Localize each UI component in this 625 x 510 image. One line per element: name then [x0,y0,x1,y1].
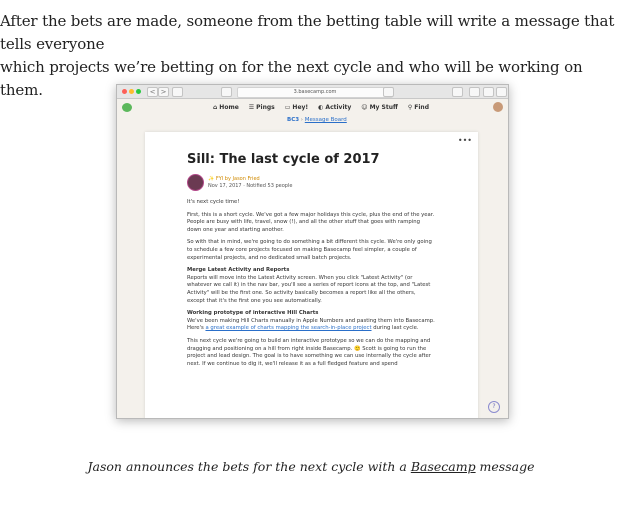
message-paragraph: This next cycle we're going to build an … [187,337,431,367]
message-card: ••• Sill: The last cycle of 2017 ✨ FYI b… [145,132,478,418]
breadcrumb-section[interactable]: Message Board [305,117,347,123]
paragraph-text: during last cycle. [371,325,419,332]
caption-basecamp-link[interactable]: Basecamp [411,459,476,474]
basecamp-screenshot: < > 3.basecamp.com ⌂ Home ☰ Pings ▭ Hey! ◐ A… [116,84,509,419]
forward-icon[interactable]: > [158,87,169,97]
nav-hey[interactable]: ▭ Hey! [285,104,308,111]
back-icon[interactable]: < [147,87,158,97]
sidebar-toggle-icon[interactable] [172,87,183,97]
user-avatar[interactable] [493,102,503,112]
figure-caption: Jason announces the bets for the next cy… [0,459,622,474]
pings-icon: ☰ [248,104,255,111]
breadcrumb-project[interactable]: BC3 [287,117,299,123]
message-meta: ✨ FYI by Jason Fried Nov 17, 2017 · Noti… [187,174,435,191]
basecamp-navbar: ⌂ Home ☰ Pings ▭ Hey! ◐ Activity ☺ My Stuff ⚲… [117,99,508,117]
privacy-icon[interactable] [221,87,232,97]
more-options-icon[interactable]: ••• [458,136,472,145]
address-bar[interactable]: 3.basecamp.com [237,87,393,98]
nav-find-label: Find [414,104,429,111]
intro-line-1: After the bets are made, someone from th… [0,12,615,53]
message-paragraph: We've been making Hill Charts manually i… [187,318,435,333]
my-stuff-icon: ☺ [361,104,368,111]
meta-text: ✨ FYI by Jason Fried Nov 17, 2017 · Noti… [208,176,292,189]
date-line: Nov 17, 2017 · Notified 53 people [208,182,293,189]
caption-text: Jason announces the bets for the next cy… [87,459,411,474]
nav-menu: ⌂ Home ☰ Pings ▭ Hey! ◐ Activity ☺ My Stuff ⚲… [213,104,429,111]
caption-text-end: message [475,459,535,474]
section-heading: Merge Latest Activity and Reports [187,267,290,274]
nav-my-stuff-label: My Stuff [369,104,398,111]
zoom-window-dot[interactable] [136,89,141,94]
basecamp-logo-icon[interactable] [122,103,132,112]
activity-icon: ◐ [318,104,324,111]
message-title: Sill: The last cycle of 2017 [187,152,380,167]
hill-chart-example-link[interactable]: a great example of charts mapping the se… [205,325,371,331]
nav-pings[interactable]: ☰ Pings [249,104,275,111]
message-paragraph: Reports will move into the Latest Activi… [187,274,431,304]
reload-icon[interactable] [383,87,394,97]
nav-my-stuff[interactable]: ☺ My Stuff [361,104,398,111]
nav-pings-label: Pings [256,104,275,111]
author-avatar[interactable] [187,174,204,191]
help-icon[interactable]: ? [488,401,500,413]
minimize-window-dot[interactable] [129,89,134,94]
close-window-dot[interactable] [122,89,127,94]
tabs-icon[interactable] [483,87,494,97]
nav-hey-label: Hey! [292,104,309,111]
search-icon: ⚲ [407,104,413,111]
new-tab-icon[interactable] [496,87,507,97]
breadcrumb: BC3 › Message Board [287,117,347,123]
nav-activity[interactable]: ◐ Activity [318,104,351,111]
message-paragraph: First, this is a short cycle. We've got … [187,211,435,233]
download-icon[interactable] [452,87,463,97]
hey-icon: ▭ [284,104,291,111]
section-heading: Working prototype of interactive Hill Ch… [187,310,319,317]
nav-find[interactable]: ⚲ Find [408,104,429,111]
message-paragraph: So with that in mind, we're going to do … [187,239,432,261]
nav-home[interactable]: ⌂ Home [213,104,239,111]
message-content: Sill: The last cycle of 2017 ✨ FYI by Ja… [187,152,435,373]
message-paragraph: It's next cycle time! [187,199,240,205]
home-icon: ⌂ [213,104,218,111]
browser-toolbar: < > 3.basecamp.com [117,85,508,99]
nav-activity-label: Activity [325,104,352,111]
share-icon[interactable] [469,87,480,97]
nav-home-label: Home [219,104,239,111]
